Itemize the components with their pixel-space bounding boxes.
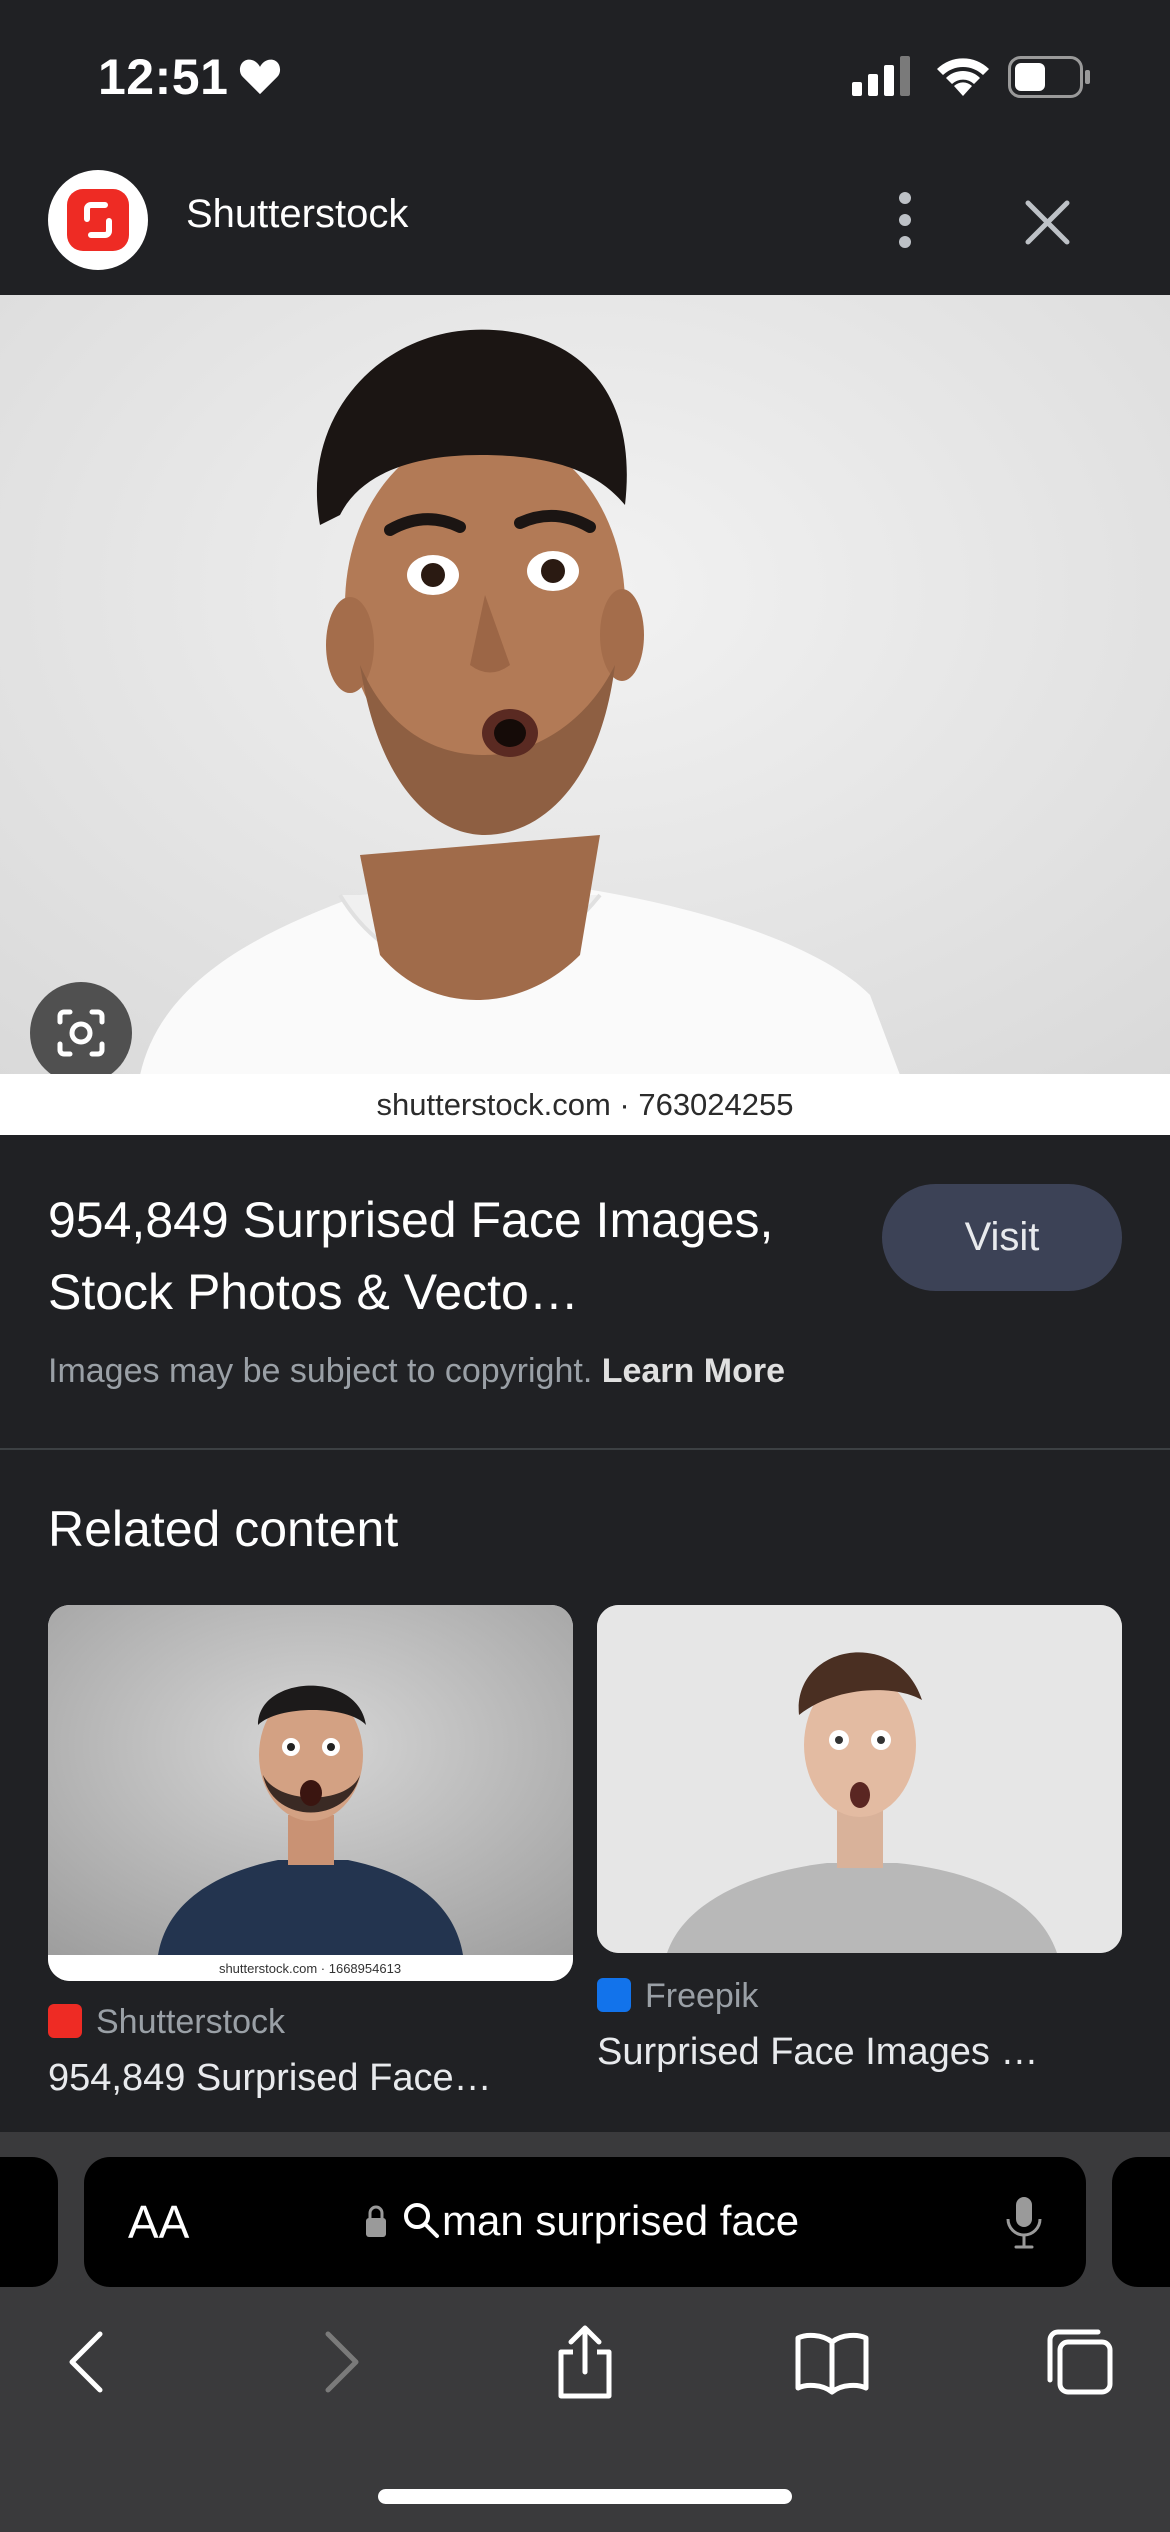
freepik-favicon-icon [597,1978,631,2012]
wifi-icon [937,58,989,96]
back-icon[interactable] [48,2322,128,2402]
close-icon[interactable] [1010,185,1085,260]
related-card-source: Freepik [597,1977,758,2016]
shutterstock-logo-icon [67,189,129,251]
site-logo[interactable] [48,170,148,270]
related-card-image: shutterstock.com · 1668954613 [48,1605,573,1981]
related-card-source-label: Shutterstock [96,2003,285,2041]
lens-icon [57,1009,105,1057]
text-size-button[interactable]: AA [128,2195,189,2249]
bookmarks-icon[interactable] [792,2322,872,2402]
home-indicator[interactable] [378,2489,792,2504]
search-icon [404,2203,439,2238]
related-card-source-label: Freepik [645,1977,759,2015]
related-card-title[interactable]: 954,849 Surprised Face… [48,2057,573,2100]
text-size-label: AA [128,2196,190,2248]
screen: 12:51 Shutterstock shutterstock.com · 76… [0,0,1170,2532]
related-card-caption: shutterstock.com · 1668954613 [219,1961,401,1976]
more-vert-icon[interactable] [870,180,940,260]
share-icon[interactable] [545,2322,625,2402]
address-bar[interactable]: AA man surprised face [84,2157,1086,2287]
mic-icon[interactable] [1002,2195,1046,2251]
viewer-header: Shutterstock [0,150,1170,295]
related-card[interactable]: Freepik Surprised Face Images … [597,1605,1122,2085]
surprised-man-illustration [0,295,1170,1135]
lens-button[interactable] [30,982,132,1084]
status-bar: 12:51 [0,0,1170,150]
site-name: Shutterstock [186,192,409,236]
browser-toolbar: AA man surprised face [0,2132,1170,2532]
related-card-illustration: shutterstock.com · 1668954613 [48,1605,573,1981]
copyright-text: Images may be subject to copyright. [48,1352,593,1390]
related-card-source: Shutterstock [48,2003,285,2042]
battery-icon [1008,56,1090,98]
main-result-image[interactable] [0,295,1170,1135]
previous-tab-preview[interactable] [0,2157,58,2287]
signal-icon [852,56,910,96]
learn-more-link[interactable]: Learn More [602,1352,785,1390]
tabs-icon[interactable] [1040,2322,1120,2402]
heart-icon [239,59,281,95]
related-content-heading: Related content [48,1501,399,1557]
main-image-caption: shutterstock.com · 763024255 [0,1074,1170,1135]
lock-icon [366,2205,386,2237]
shutterstock-favicon-icon [48,2004,82,2038]
forward-icon[interactable] [300,2322,380,2402]
related-card[interactable]: shutterstock.com · 1668954613 Shuttersto… [48,1605,573,2115]
related-card-illustration [597,1605,1122,1953]
related-card-image [597,1605,1122,1953]
divider [0,1448,1170,1450]
copyright-notice: Images may be subject to copyright. Lear… [48,1352,785,1391]
result-title[interactable]: 954,849 Surprised Face Images, Stock Pho… [48,1184,848,1328]
related-card-title[interactable]: Surprised Face Images … [597,2031,1122,2074]
next-tab-preview[interactable] [1112,2157,1170,2287]
address-query[interactable]: man surprised face [442,2197,799,2245]
visit-button[interactable]: Visit [882,1184,1122,1291]
status-time: 12:51 [98,49,229,105]
